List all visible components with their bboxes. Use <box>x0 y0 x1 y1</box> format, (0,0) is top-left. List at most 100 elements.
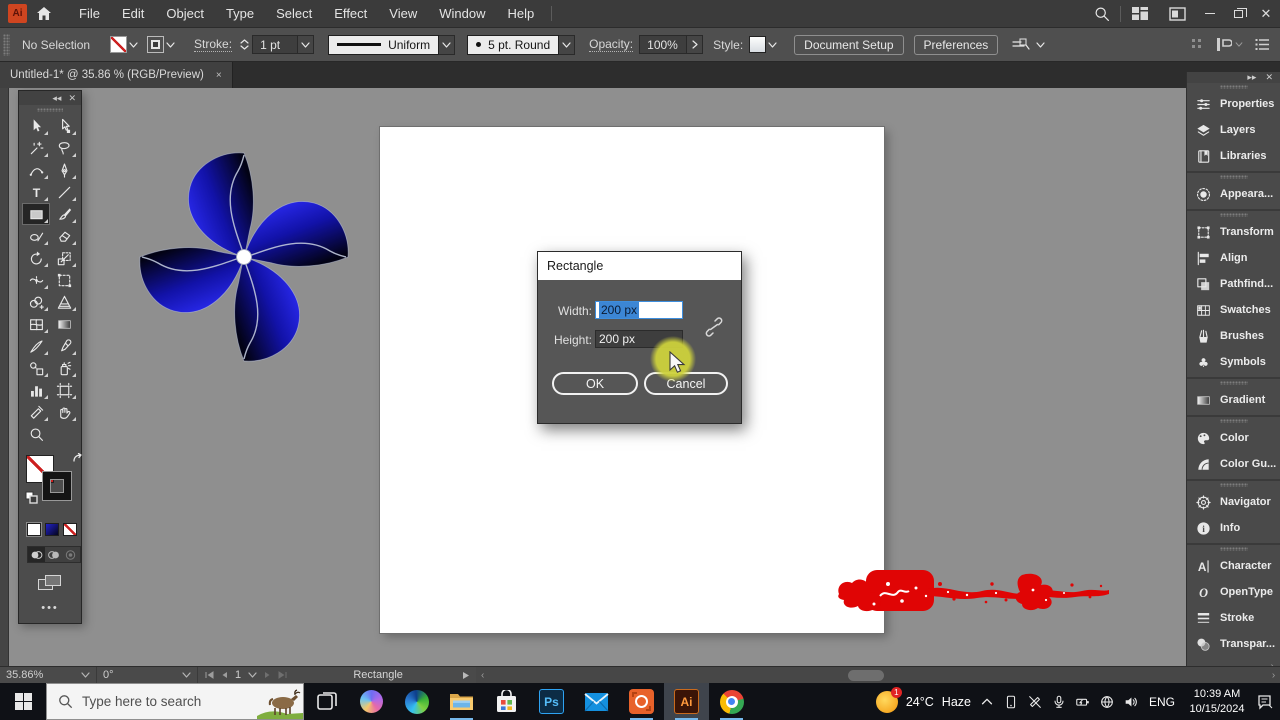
free-transform-tool[interactable] <box>50 269 78 291</box>
taskbar-microsoft-store-icon[interactable] <box>484 683 529 720</box>
variable-width-profile[interactable]: Uniform <box>328 34 440 55</box>
microphone-icon[interactable] <box>1051 694 1067 710</box>
mesh-tool[interactable] <box>22 313 50 335</box>
panel-tab-pathfinder[interactable]: Pathfind... <box>1187 271 1280 297</box>
action-center-icon[interactable] <box>1257 694 1274 710</box>
workspace-layout-icon[interactable] <box>1121 0 1159 27</box>
stroke-chevron-down-icon[interactable] <box>164 41 178 48</box>
document-setup-button[interactable]: Document Setup <box>794 34 904 55</box>
start-button[interactable] <box>0 683 46 720</box>
panel-group-grip[interactable] <box>1187 83 1280 91</box>
selection-tool[interactable] <box>22 115 50 137</box>
artboard-chevron-icon[interactable] <box>248 672 257 678</box>
panel-tab-layers[interactable]: Layers <box>1187 117 1280 143</box>
rotation-control[interactable]: 0° <box>97 667 197 683</box>
taskbar-search-box[interactable]: Type here to search <box>46 683 304 720</box>
fill-chevron-down-icon[interactable] <box>127 41 141 48</box>
align-options-icon[interactable] <box>1009 37 1034 53</box>
menu-edit[interactable]: Edit <box>111 0 155 27</box>
align-chevron-icon[interactable] <box>1034 41 1048 48</box>
menu-effect[interactable]: Effect <box>323 0 378 27</box>
profile-chevron-icon[interactable] <box>439 34 456 55</box>
zoom-tool[interactable] <box>22 423 50 445</box>
brush-chevron-icon[interactable] <box>559 34 576 55</box>
panel-tab-align[interactable]: Align <box>1187 245 1280 271</box>
language-indicator[interactable]: ENG <box>1147 695 1177 709</box>
panel-tab-navigator[interactable]: Navigator <box>1187 489 1280 515</box>
taskbar-task-view-icon[interactable] <box>304 683 349 720</box>
scroll-right-icon[interactable]: › <box>1267 670 1280 681</box>
preferences-button[interactable]: Preferences <box>913 34 999 55</box>
cancel-button[interactable]: Cancel <box>644 372 728 395</box>
panel-tab-character[interactable]: A Character <box>1187 553 1280 579</box>
default-fill-stroke-icon[interactable] <box>25 491 38 504</box>
opacity-label[interactable]: Opacity: <box>589 37 634 52</box>
perspective-grid-tool[interactable] <box>50 291 78 313</box>
toolbox-grip[interactable] <box>19 105 81 114</box>
flower-artwork[interactable] <box>138 148 350 366</box>
status-play-icon[interactable] <box>462 671 470 680</box>
panel-group-grip[interactable] <box>1187 417 1280 425</box>
lasso-tool[interactable] <box>50 137 78 159</box>
weather-temperature[interactable]: 24°C <box>906 695 934 709</box>
shape-builder-tool[interactable] <box>22 291 50 313</box>
stroke-color-swatch[interactable] <box>147 36 165 53</box>
network-globe-icon[interactable] <box>1099 694 1115 710</box>
draw-behind-icon[interactable] <box>45 547 62 562</box>
taskbar-file-explorer-icon[interactable] <box>439 683 484 720</box>
symbol-sprayer-tool[interactable] <box>50 357 78 379</box>
horizontal-scrollbar[interactable]: ‹ › <box>476 667 1280 683</box>
workspace-switcher[interactable] <box>1216 37 1243 52</box>
panel-tab-transparency[interactable]: Transpar... <box>1187 631 1280 657</box>
panel-group-grip[interactable] <box>1187 173 1280 181</box>
panel-tab-properties[interactable]: Properties <box>1187 91 1280 117</box>
stroke-weight-label[interactable]: Stroke: <box>194 37 233 52</box>
hand-tool[interactable] <box>50 401 78 423</box>
panel-tab-color-guide[interactable]: Color Gu... <box>1187 451 1280 477</box>
tab-close-icon[interactable]: × <box>216 70 222 81</box>
style-swatch[interactable] <box>749 36 767 53</box>
taskbar-chrome-icon[interactable] <box>709 683 754 720</box>
phone-link-icon[interactable] <box>1003 694 1019 710</box>
taskbar-photoshop-icon[interactable]: Ps <box>529 683 574 720</box>
taskbar-edge-icon[interactable] <box>394 683 439 720</box>
panel-tab-info[interactable]: i Info <box>1187 515 1280 541</box>
height-input[interactable]: 200 px <box>595 330 683 348</box>
panel-tab-gradient[interactable]: Gradient <box>1187 387 1280 413</box>
eyedropper-tool[interactable] <box>50 335 78 357</box>
menu-window[interactable]: Window <box>428 0 496 27</box>
panel-tab-symbols[interactable]: ♣ Symbols <box>1187 349 1280 375</box>
expand-panels-icon[interactable]: ▸▸ <box>1247 72 1256 83</box>
graph-tool[interactable] <box>22 379 50 401</box>
menu-object[interactable]: Object <box>155 0 215 27</box>
type-tool[interactable]: T <box>22 181 50 203</box>
opacity-value[interactable]: 100% <box>639 35 688 54</box>
zoom-chevron-icon[interactable] <box>81 672 90 678</box>
stroke-swatch[interactable] <box>43 472 71 500</box>
constrain-proportions-broken-link-icon[interactable] <box>704 316 724 338</box>
rotate-tool[interactable] <box>22 247 50 269</box>
stroke-weight-stepper[interactable] <box>240 39 249 50</box>
search-icon[interactable] <box>1084 0 1120 27</box>
red-splatter-artwork[interactable] <box>836 566 1112 616</box>
screen-mode-icon[interactable] <box>38 575 62 591</box>
clock[interactable]: 10:39 AM 10/15/2024 <box>1185 687 1249 716</box>
grid-dots-icon[interactable] <box>1191 38 1204 51</box>
panel-menu-icon[interactable] <box>1255 38 1270 51</box>
arrange-documents-icon[interactable] <box>1159 0 1196 27</box>
artboard-tool[interactable] <box>50 379 78 401</box>
taskbar-copilot-icon[interactable] <box>349 683 394 720</box>
panel-tab-libraries[interactable]: Libraries <box>1187 143 1280 169</box>
home-icon[interactable] <box>36 6 52 21</box>
gradient-tool[interactable] <box>50 313 78 335</box>
edit-toolbar-icon[interactable]: ••• <box>19 602 81 614</box>
stroke-weight-value[interactable]: 1 pt <box>252 35 299 54</box>
zoom-level-control[interactable]: 35.86% <box>0 667 96 683</box>
scrollbar-thumb[interactable] <box>848 669 885 681</box>
rotation-chevron-icon[interactable] <box>182 672 191 678</box>
menu-help[interactable]: Help <box>496 0 545 27</box>
panel-group-grip[interactable] <box>1187 545 1280 553</box>
menu-file[interactable]: File <box>68 0 111 27</box>
menu-select[interactable]: Select <box>265 0 323 27</box>
minimize-button[interactable] <box>1196 0 1224 27</box>
